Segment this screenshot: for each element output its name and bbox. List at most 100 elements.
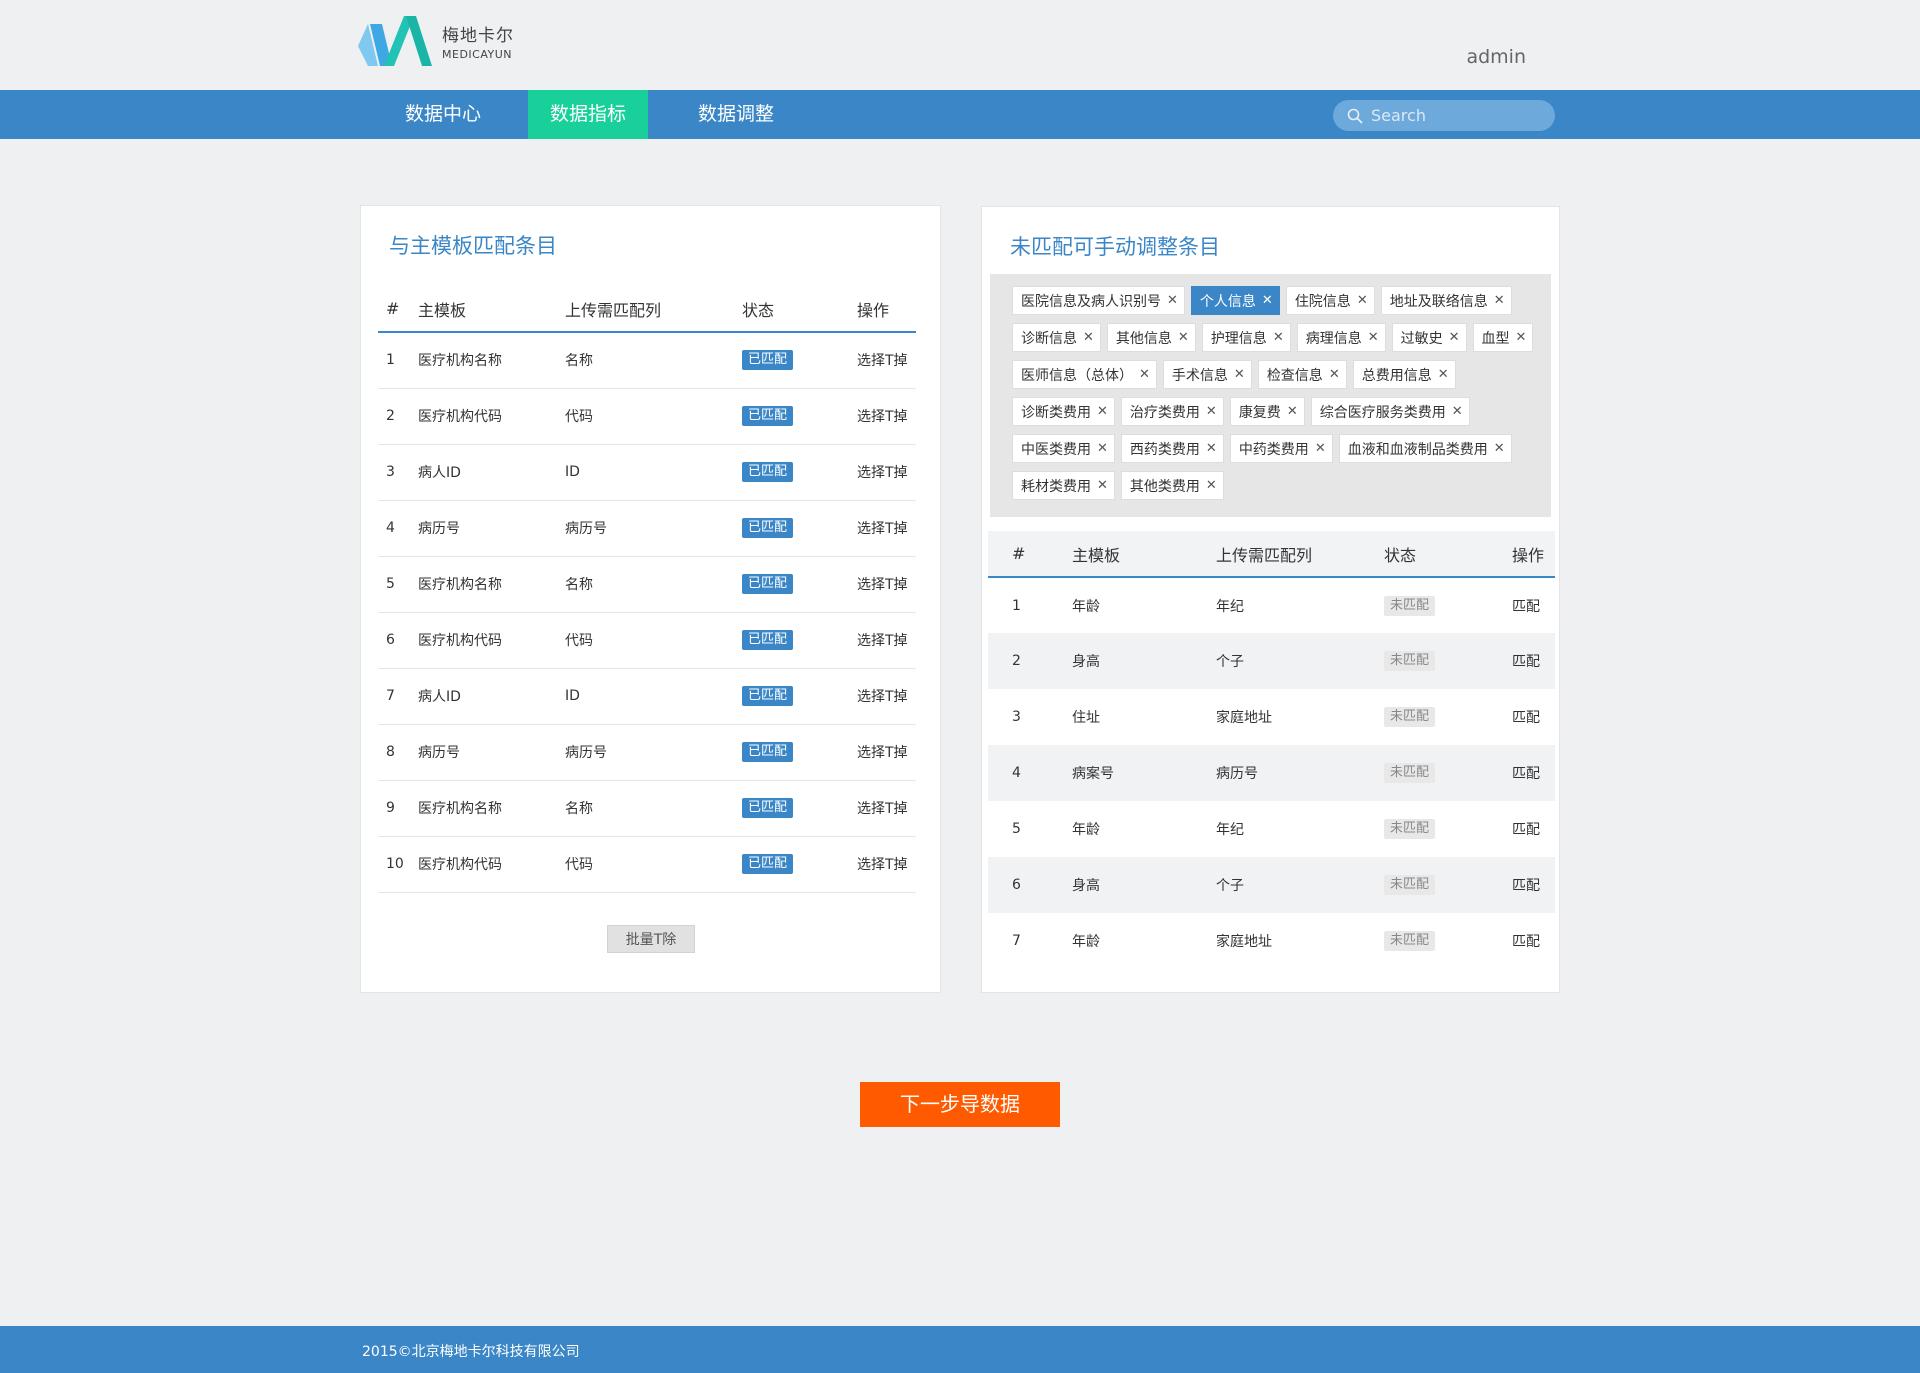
row-template: 医疗机构名称 [418,577,502,593]
category-tag[interactable]: 医院信息及病人识别号 ✕ [1012,286,1185,315]
remove-action-link[interactable]: 选择T掉 [857,857,908,873]
row-index: 9 [386,800,395,816]
row-upload-column: 病历号 [565,745,607,761]
row-index: 10 [386,856,404,872]
category-tag[interactable]: 其他信息 ✕ [1106,323,1196,352]
row-template: 病人ID [418,689,461,705]
close-icon[interactable]: ✕ [1083,330,1094,345]
close-icon[interactable]: ✕ [1449,330,1460,345]
remove-action-link[interactable]: 选择T掉 [857,745,908,761]
match-action-link[interactable]: 匹配 [1512,599,1540,615]
close-icon[interactable]: ✕ [1494,441,1505,456]
close-icon[interactable]: ✕ [1315,441,1326,456]
category-tag[interactable]: 西药类费用 ✕ [1120,434,1224,463]
category-tag[interactable]: 护理信息 ✕ [1201,323,1291,352]
category-tag[interactable]: 治疗类费用 ✕ [1120,397,1224,426]
row-upload-column: 家庭地址 [1216,934,1272,950]
close-icon[interactable]: ✕ [1206,404,1217,419]
close-icon[interactable]: ✕ [1516,330,1527,345]
category-tag[interactable]: 综合医疗服务类费用 ✕ [1310,397,1470,426]
close-icon[interactable]: ✕ [1097,478,1108,493]
category-tag[interactable]: 手术信息 ✕ [1162,360,1252,389]
category-tag[interactable]: 个人信息 ✕ [1190,286,1280,315]
category-tag[interactable]: 其他类费用 ✕ [1120,471,1224,500]
close-icon[interactable]: ✕ [1206,441,1217,456]
row-status: 已匹配 [712,388,831,444]
row-action: 选择T掉 [831,780,916,836]
nav-item-data-adjust[interactable]: 数据调整 [676,90,796,139]
close-icon[interactable]: ✕ [1206,478,1217,493]
close-icon[interactable]: ✕ [1287,404,1298,419]
batch-remove-button[interactable]: 批量T除 [607,925,695,953]
category-tag[interactable]: 诊断类费用 ✕ [1012,397,1115,426]
remove-action-link[interactable]: 选择T掉 [857,577,908,593]
close-icon[interactable]: ✕ [1368,330,1379,345]
category-tag[interactable]: 康复费 ✕ [1229,397,1305,426]
category-tag[interactable]: 耗材类费用 ✕ [1012,471,1115,500]
row-status: 已匹配 [712,556,831,612]
match-action-link[interactable]: 匹配 [1512,934,1540,950]
remove-action-link[interactable]: 选择T掉 [857,465,908,481]
remove-action-link[interactable]: 选择T掉 [857,633,908,649]
close-icon[interactable]: ✕ [1494,293,1505,308]
table-row: 4 病案号 病历号 未匹配 匹配 [988,745,1555,801]
category-tag[interactable]: 医师信息（总体） ✕ [1012,360,1157,389]
category-tag[interactable]: 血液和血液制品类费用 ✕ [1338,434,1512,463]
search-icon [1347,108,1363,124]
nav-item-data-center[interactable]: 数据中心 [383,90,503,139]
category-tag[interactable]: 诊断信息 ✕ [1012,323,1101,352]
match-action-link[interactable]: 匹配 [1512,766,1540,782]
category-tag[interactable]: 地址及联络信息 ✕ [1380,286,1512,315]
remove-action-link[interactable]: 选择T掉 [857,409,908,425]
row-action: 匹配 [1482,913,1555,969]
tag-label: 其他信息 [1115,330,1172,347]
remove-action-link[interactable]: 选择T掉 [857,801,908,817]
row-status: 已匹配 [712,612,831,668]
category-tag[interactable]: 血型 ✕ [1472,323,1534,352]
close-icon[interactable]: ✕ [1329,367,1340,382]
match-action-link[interactable]: 匹配 [1512,710,1540,726]
status-badge: 未匹配 [1384,875,1436,895]
tag-label: 病理信息 [1305,330,1362,347]
row-upload-column: 个子 [1216,878,1244,894]
row-action: 匹配 [1482,577,1555,633]
close-icon[interactable]: ✕ [1139,367,1150,382]
close-icon[interactable]: ✕ [1273,330,1284,345]
next-step-button[interactable]: 下一步导数据 [860,1082,1060,1127]
category-tag[interactable]: 住院信息 ✕ [1285,286,1375,315]
close-icon[interactable]: ✕ [1262,293,1273,308]
close-icon[interactable]: ✕ [1357,293,1368,308]
row-index: 3 [1012,709,1021,725]
close-icon[interactable]: ✕ [1097,404,1108,419]
match-action-link[interactable]: 匹配 [1512,654,1540,670]
row-template: 身高 [1072,878,1100,894]
user-name[interactable]: admin [1466,46,1526,68]
logo[interactable]: 梅地卡尔 MEDICAYUN [358,16,514,72]
category-tag[interactable]: 中医类费用 ✕ [1012,434,1115,463]
row-upload-column: 年纪 [1216,598,1244,615]
search-input[interactable] [1371,106,1541,125]
close-icon[interactable]: ✕ [1178,330,1189,345]
close-icon[interactable]: ✕ [1097,441,1108,456]
row-upload-column: 名称 [565,577,593,593]
row-upload-column: 代码 [565,633,593,649]
close-icon[interactable]: ✕ [1438,367,1449,382]
category-tag[interactable]: 检查信息 ✕ [1257,360,1347,389]
close-icon[interactable]: ✕ [1452,404,1463,419]
match-action-link[interactable]: 匹配 [1512,878,1540,894]
remove-action-link[interactable]: 选择T掉 [857,353,908,369]
table-row: 3 病人ID ID 已匹配 选择T掉 [378,444,916,500]
remove-action-link[interactable]: 选择T掉 [857,521,908,537]
tag-row: 诊断类费用 ✕ 治疗类费用 ✕ 康复费 ✕ 综合医疗服务类费用 ✕ [1012,397,1551,428]
status-badge: 已匹配 [742,462,794,482]
category-tag[interactable]: 中药类费用 ✕ [1229,434,1333,463]
nav-item-data-metrics[interactable]: 数据指标 [528,90,648,139]
row-action: 匹配 [1482,801,1555,857]
category-tag[interactable]: 过敏史 ✕ [1391,323,1467,352]
remove-action-link[interactable]: 选择T掉 [857,689,908,705]
category-tag[interactable]: 总费用信息 ✕ [1352,360,1456,389]
close-icon[interactable]: ✕ [1167,293,1178,308]
match-action-link[interactable]: 匹配 [1512,822,1540,838]
close-icon[interactable]: ✕ [1234,367,1245,382]
category-tag[interactable]: 病理信息 ✕ [1296,323,1386,352]
